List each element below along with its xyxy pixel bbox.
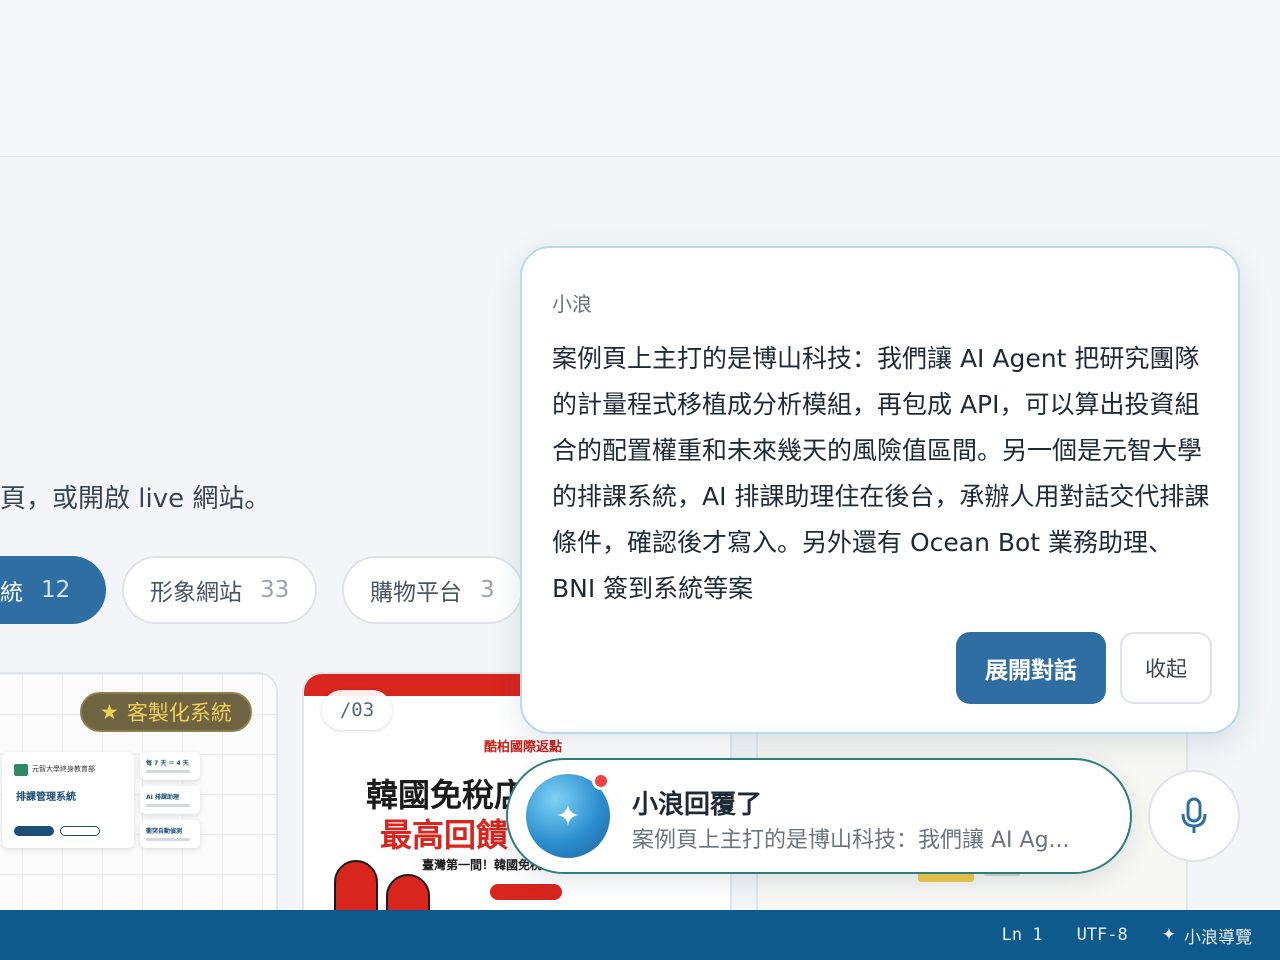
page-number-badge: /03 bbox=[322, 690, 392, 730]
feature-label: AI 排課助理 bbox=[146, 794, 179, 801]
university-logo bbox=[14, 764, 28, 776]
feature-tile: AI 排課助理 bbox=[140, 786, 200, 814]
filter-chip-system[interactable]: 統 12 bbox=[0, 556, 106, 624]
reply-author: 小浪 bbox=[552, 292, 592, 316]
filter-chip-brand-site[interactable]: 形象網站 33 bbox=[122, 556, 318, 624]
intro-text: 頁，或開啟 live 網站。 bbox=[0, 484, 271, 514]
cursor-position: Ln 1 bbox=[1001, 925, 1043, 945]
notification-title: 小浪回覆了 bbox=[632, 790, 763, 820]
badge-label: 客製化系統 bbox=[126, 701, 232, 725]
notification-preview: 案例頁上主打的是博山科技：我們讓 AI Ag... bbox=[632, 828, 1070, 853]
preview-panel: 元智大學終身教育部 排課管理系統 bbox=[2, 752, 134, 848]
brand-subtitle: 酷柏國際返點 bbox=[484, 740, 563, 755]
line-cta-pill bbox=[490, 884, 562, 900]
reply-notification[interactable]: ✦ 小浪回覆了 案例頁上主打的是博山科技：我們讓 AI Ag... bbox=[506, 758, 1132, 874]
reply-message: 案例頁上主打的是博山科技：我們讓 AI Agent 把研究團隊的計量程式移植成分… bbox=[552, 344, 1210, 603]
assistant-guide-link[interactable]: ✦ 小浪導覽 bbox=[1162, 923, 1252, 948]
preview-button-primary bbox=[14, 826, 54, 836]
hero-heading-highlight: 最高回饋 bbox=[380, 816, 509, 854]
top-bar bbox=[0, 0, 1280, 157]
feature-label: 衝突自動偵測 bbox=[146, 828, 183, 835]
filter-chip-label: 統 bbox=[0, 580, 23, 606]
status-bar: Ln 1 UTF-8 ✦ 小浪導覽 bbox=[0, 910, 1280, 960]
star-icon: ★ bbox=[100, 700, 119, 724]
preview-button-secondary bbox=[60, 826, 100, 836]
file-encoding: UTF-8 bbox=[1076, 925, 1128, 945]
microphone-icon bbox=[1181, 797, 1207, 833]
sparkle-icon: ✦ bbox=[555, 798, 581, 834]
sparkle-icon: ✦ bbox=[1161, 925, 1176, 945]
collapse-button[interactable]: 收起 bbox=[1120, 632, 1212, 704]
system-title: 排課管理系統 bbox=[16, 792, 76, 803]
filter-chip-count: 33 bbox=[260, 577, 290, 603]
assistant-reply-card: 小浪 案例頁上主打的是博山科技：我們讓 AI Agent 把研究團隊的計量程式移… bbox=[520, 246, 1240, 734]
org-name: 元智大學終身教育部 bbox=[32, 765, 95, 773]
unread-dot bbox=[592, 772, 610, 790]
case-card-scheduling[interactable]: ★ 客製化系統 元智大學終身教育部 排課管理系統 每 7 天 ＝ 4 天 AI … bbox=[0, 672, 278, 932]
expand-conversation-button[interactable]: 展開對話 bbox=[956, 632, 1106, 704]
filter-chip-count: 3 bbox=[480, 577, 495, 603]
text-line bbox=[146, 770, 190, 773]
filter-chip-label: 形象網站 bbox=[150, 580, 242, 606]
custom-system-badge: ★ 客製化系統 bbox=[80, 692, 252, 732]
filter-chip-count: 12 bbox=[41, 577, 71, 603]
filter-chip-shopping[interactable]: 購物平台 3 bbox=[342, 556, 523, 624]
microphone-button[interactable] bbox=[1148, 770, 1240, 862]
text-line bbox=[146, 804, 190, 807]
feature-tile: 每 7 天 ＝ 4 天 bbox=[140, 752, 200, 780]
feature-tile: 衝突自動偵測 bbox=[140, 820, 200, 848]
text-line bbox=[146, 838, 190, 841]
feature-label: 每 7 天 ＝ 4 天 bbox=[146, 760, 189, 767]
assistant-guide-label: 小浪導覽 bbox=[1184, 927, 1252, 948]
filter-chip-label: 購物平台 bbox=[370, 580, 462, 606]
